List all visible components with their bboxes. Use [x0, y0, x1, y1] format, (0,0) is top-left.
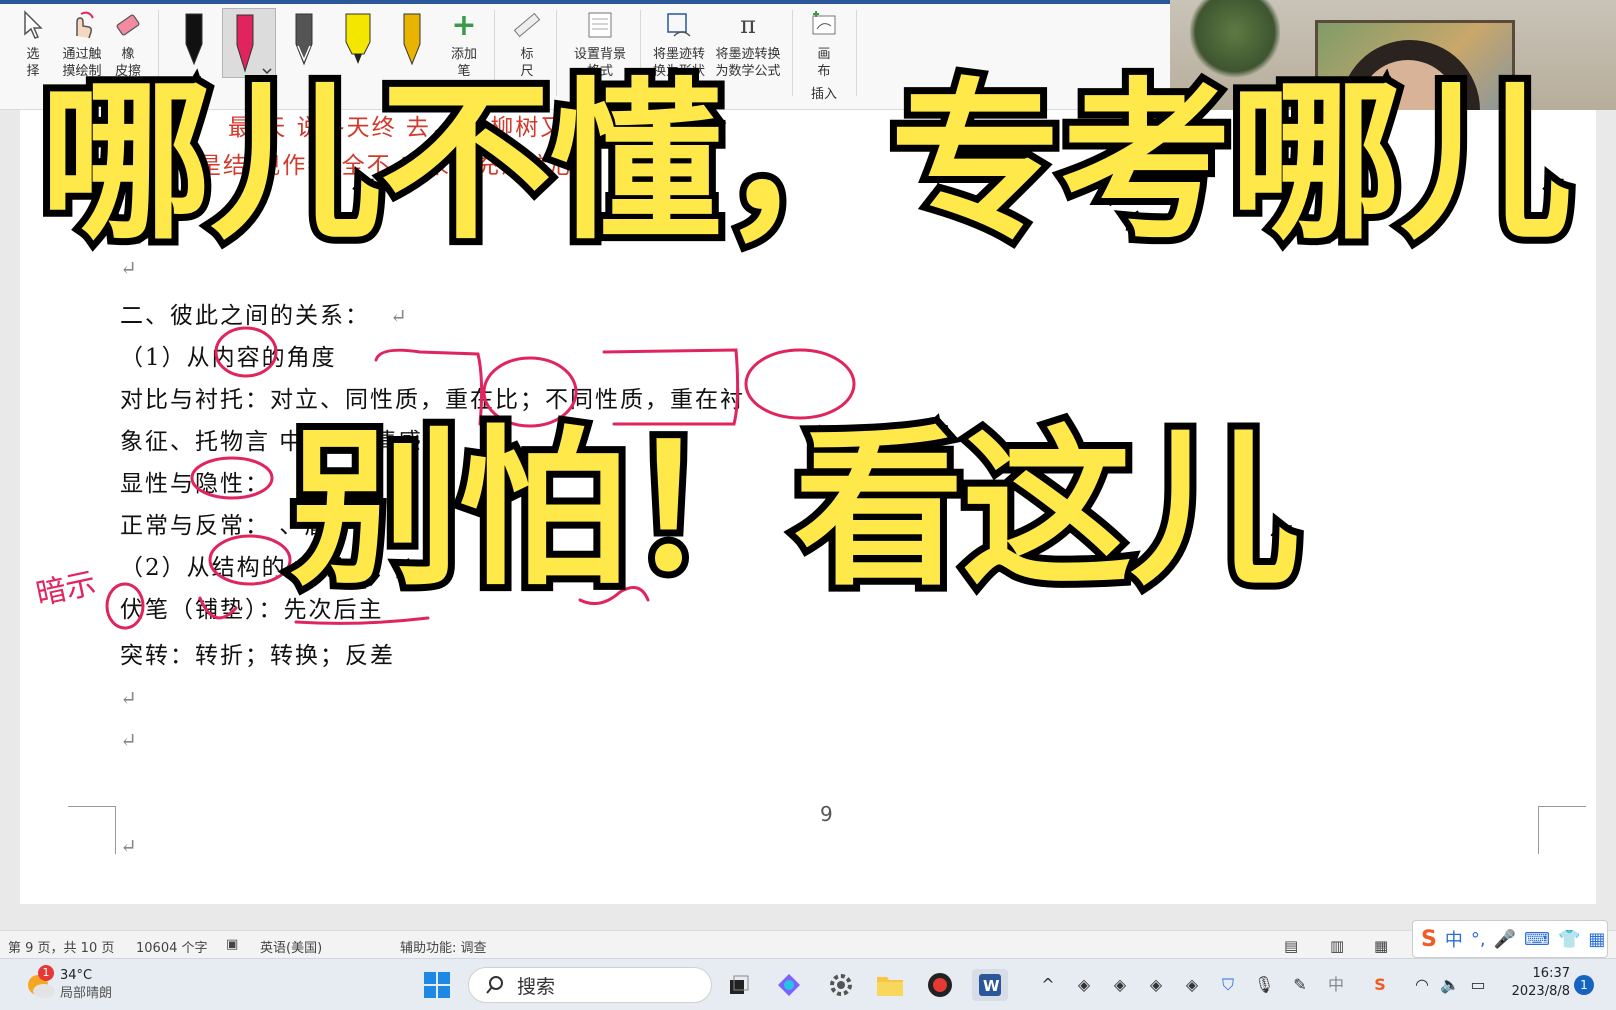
ime-chinese-toggle[interactable]: 中: [1445, 926, 1463, 952]
tray-app-icon[interactable]: ◈: [1182, 975, 1202, 995]
windows-logo-icon: [424, 972, 450, 998]
settings-button[interactable]: [826, 969, 856, 1001]
tray-app-icon[interactable]: ◈: [1110, 975, 1130, 995]
clock[interactable]: 16:37 2023/8/8: [1500, 965, 1570, 1001]
tray-app-icon[interactable]: ◈: [1146, 975, 1166, 995]
weather-temp: 34°C: [60, 968, 93, 983]
microphone-tray-icon[interactable]: 🎙: [1254, 975, 1274, 995]
weather-widget[interactable]: 34°C 局部晴朗: [60, 967, 112, 1003]
tray-app-icon[interactable]: ◈: [1074, 975, 1094, 995]
overlay-title-top: 哪儿不懂，专考哪儿: [33, 55, 1579, 270]
skin-icon[interactable]: 👕: [1558, 929, 1580, 950]
word-status-bar: 第 9 页，共 10 页 10604 个字 ▣ 英语(美国) 辅助功能: 调查 …: [0, 930, 1616, 958]
security-shield-icon[interactable]: ⛉: [1218, 975, 1238, 995]
keyboard-icon[interactable]: ⌨: [1524, 929, 1550, 950]
handwriting-hint: 暗示: [33, 566, 99, 613]
notification-badge[interactable]: 1: [1574, 975, 1594, 995]
search-placeholder: 搜索: [517, 975, 556, 998]
windows-taskbar: 1 34°C 局部晴朗 搜索 W ^ ◈ ◈ ◈ ◈ ⛉ 🎙 ✎ 中 S ◠ 🔈…: [0, 958, 1616, 1010]
accessibility-status[interactable]: 辅助功能: 调查: [400, 937, 487, 956]
record-icon: [928, 973, 952, 997]
clock-time: 16:37: [1532, 966, 1570, 981]
folder-icon: [877, 977, 903, 996]
tray-overflow-icon[interactable]: ^: [1038, 975, 1058, 995]
wifi-icon[interactable]: ◠: [1412, 975, 1432, 995]
word-app-button[interactable]: W: [972, 969, 1008, 1001]
print-layout-icon[interactable]: ▥: [1330, 937, 1344, 955]
task-view-button[interactable]: [724, 969, 754, 1001]
taskbar-search[interactable]: 搜索: [468, 967, 712, 1003]
overlay-title-bottom: 别怕！看这儿: [283, 404, 1307, 616]
proofing-icon[interactable]: ▣: [226, 937, 238, 952]
weather-badge: 1: [38, 965, 54, 981]
gear-icon: [830, 974, 852, 996]
start-button[interactable]: [420, 969, 454, 1001]
pen-tray-icon[interactable]: ✎: [1290, 975, 1310, 995]
volume-icon[interactable]: 🔈: [1440, 975, 1460, 995]
grid-menu-icon[interactable]: ▦: [1588, 929, 1605, 950]
file-explorer-button[interactable]: [874, 969, 906, 1001]
ime-toolbar[interactable]: S 中 °, 🎤 ⌨ 👕 ▦: [1412, 920, 1608, 958]
weather-desc: 局部晴朗: [60, 986, 113, 1001]
battery-icon[interactable]: ▭: [1468, 975, 1488, 995]
task-view-icon: [730, 975, 749, 994]
word-count[interactable]: 10604 个字: [136, 937, 208, 956]
microphone-icon[interactable]: 🎤: [1494, 929, 1516, 950]
ime-tray-indicator[interactable]: 中: [1326, 975, 1346, 995]
clock-date: 2023/8/8: [1511, 984, 1570, 999]
web-layout-icon[interactable]: ▦: [1374, 937, 1388, 955]
word-icon: W: [979, 974, 1001, 996]
punctuation-icon[interactable]: °,: [1471, 929, 1486, 950]
copilot-button[interactable]: [774, 969, 804, 1001]
search-icon: [486, 976, 503, 994]
sogou-s-icon[interactable]: S: [1421, 927, 1437, 952]
recorder-button[interactable]: [924, 969, 956, 1001]
read-mode-icon[interactable]: ▤: [1284, 937, 1298, 955]
sogou-tray-icon[interactable]: S: [1370, 975, 1390, 995]
copilot-icon: [778, 974, 800, 996]
language-indicator[interactable]: 英语(美国): [260, 937, 322, 956]
svg-text:W: W: [983, 977, 1000, 995]
weather-icon[interactable]: 1: [22, 965, 58, 1003]
page-indicator[interactable]: 第 9 页，共 10 页: [8, 937, 114, 956]
